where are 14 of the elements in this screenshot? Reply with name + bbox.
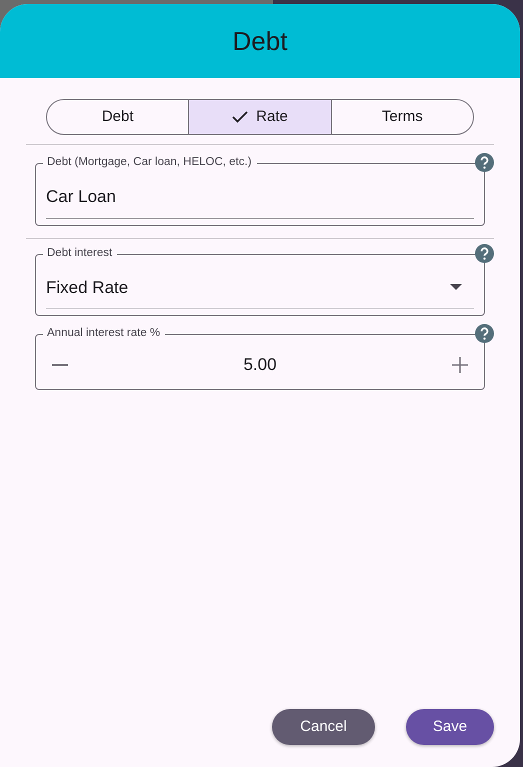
cancel-button[interactable]: Cancel (272, 709, 375, 745)
segment-tab[interactable]: Rate (188, 100, 331, 134)
plus-icon[interactable] (450, 355, 470, 375)
dialog-title: Debt (232, 24, 288, 58)
number-value: 5.00 (242, 354, 278, 376)
save-button[interactable]: Save (406, 709, 494, 745)
segment-tab[interactable]: Terms (330, 100, 473, 134)
check-icon (232, 111, 248, 123)
help-icon[interactable] (475, 324, 494, 343)
selected-value: Fixed Rate (46, 276, 128, 298)
help-icon[interactable] (475, 244, 494, 262)
help-icon[interactable] (475, 153, 494, 172)
segment-tab[interactable]: Debt (47, 100, 188, 134)
dropdown-caret-icon (450, 284, 462, 290)
